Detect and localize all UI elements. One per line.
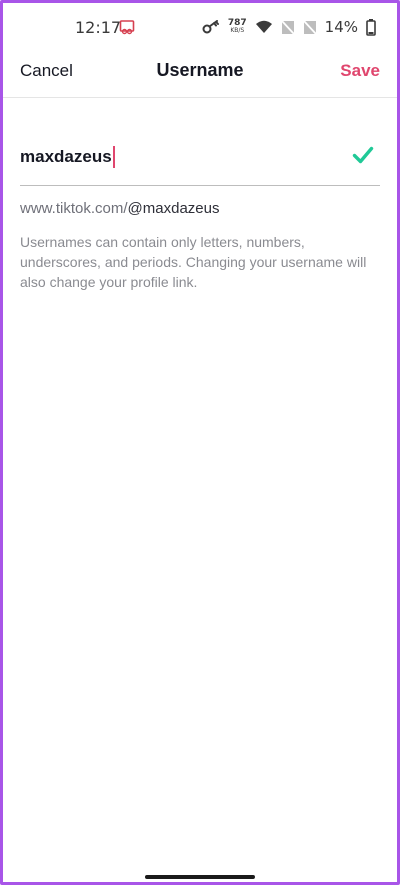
network-speed-value: 787 [227, 18, 247, 28]
network-speed-unit: KB/S [230, 27, 245, 34]
wifi-icon [255, 20, 272, 33]
username-value-wrapper[interactable]: maxdazeus [20, 146, 115, 168]
screen-record-icon [119, 20, 135, 35]
status-time: 12:17 [75, 18, 122, 37]
profile-link-handle: @maxdazeus [127, 200, 220, 217]
text-cursor [112, 146, 115, 168]
username-hint: Usernames can contain only letters, numb… [20, 234, 367, 290]
status-bar: 12:17 787 KB/S 14% [0, 0, 400, 56]
username-value[interactable]: maxdazeus [20, 147, 112, 167]
screen-frame [0, 0, 400, 885]
no-sim-icon [302, 19, 317, 35]
battery-percent: 14% [324, 18, 358, 36]
username-input[interactable]: maxdazeus [20, 140, 380, 186]
network-speed: 787 KB/S [228, 19, 247, 35]
home-indicator[interactable] [145, 875, 255, 879]
status-icons: 787 KB/S 14% [202, 16, 376, 38]
profile-link: www.tiktok.com/@maxdazeus [20, 200, 219, 217]
check-icon [352, 146, 374, 164]
header-bar: Cancel Username Save [0, 52, 400, 98]
key-icon [202, 20, 219, 34]
save-button[interactable]: Save [340, 61, 380, 81]
battery-icon [366, 18, 376, 36]
no-sim-icon [280, 19, 295, 35]
profile-link-prefix: www.tiktok.com/ [20, 200, 128, 217]
